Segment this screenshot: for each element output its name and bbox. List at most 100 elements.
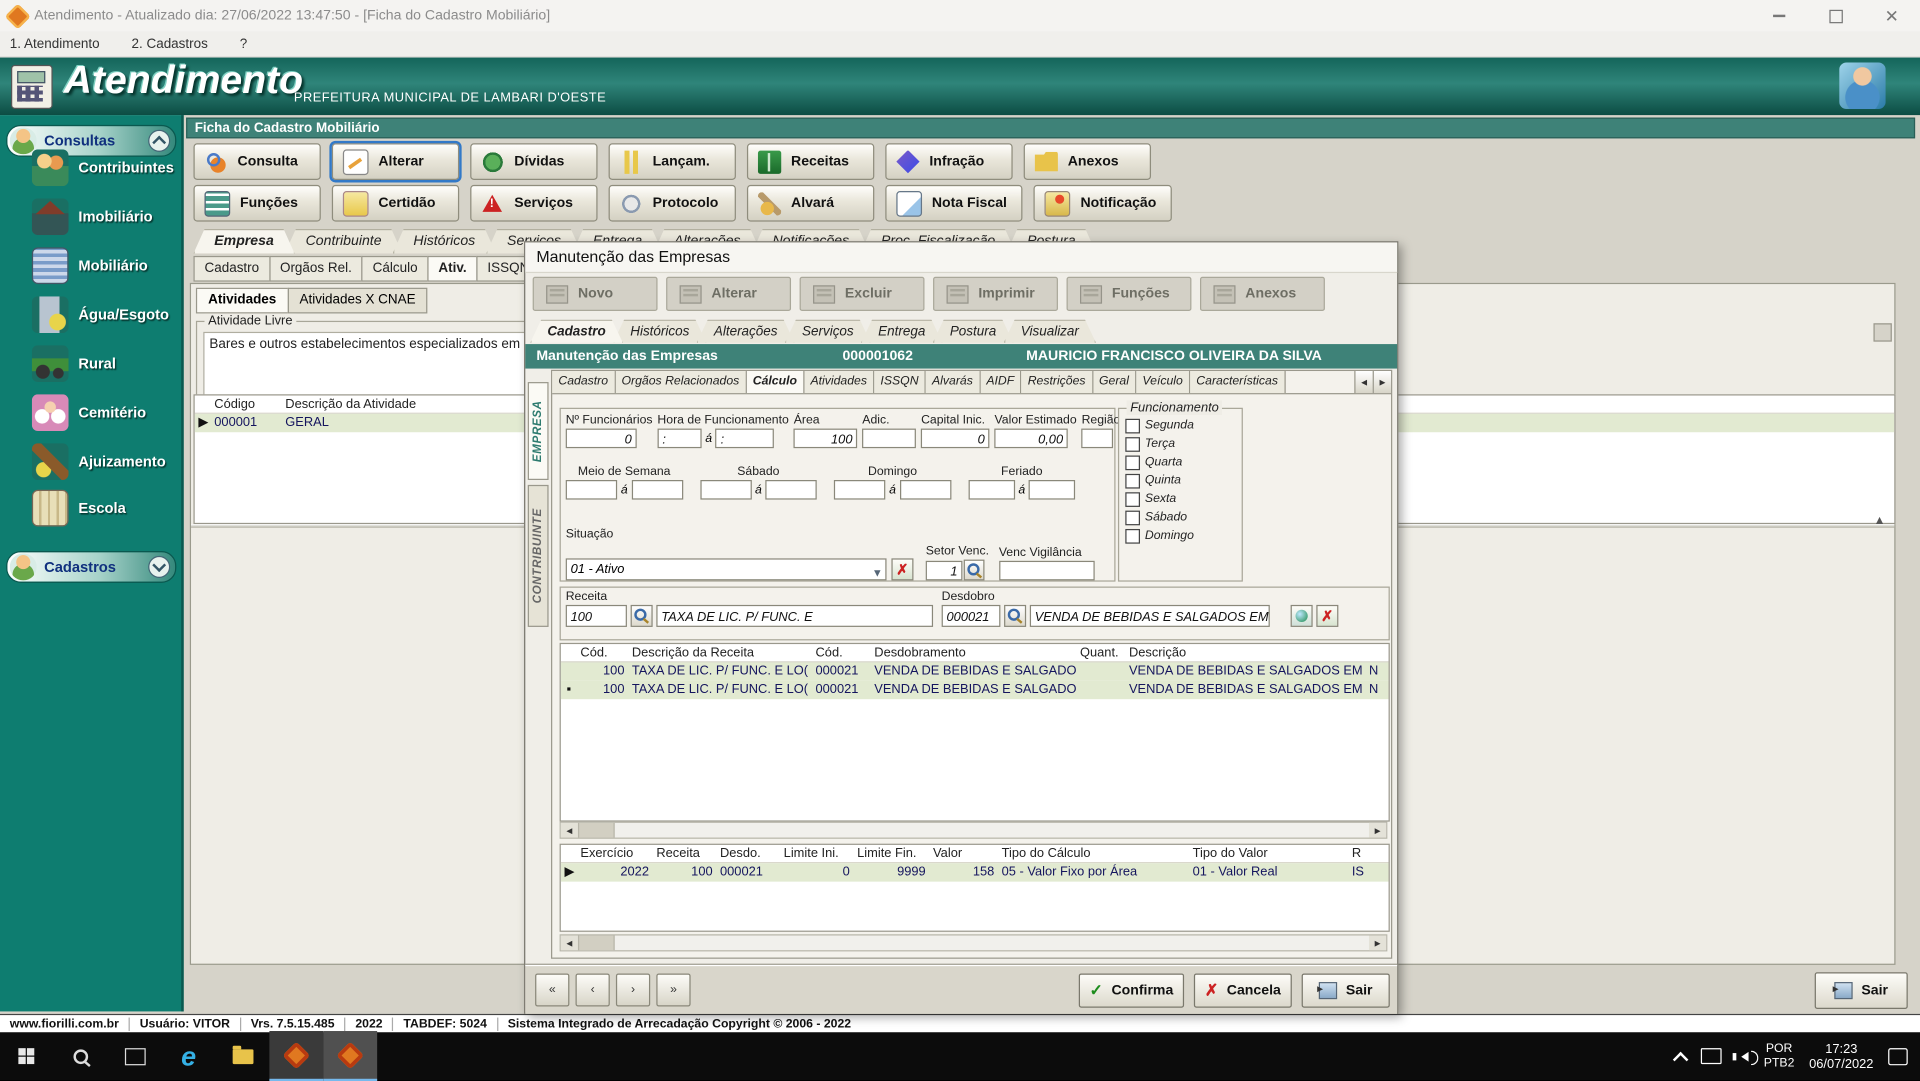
toolbar-funcoes-button[interactable]: Funções	[193, 185, 320, 222]
tab-atividades[interactable]: Atividades	[196, 288, 289, 314]
desdobro-code-input[interactable]: 000021	[942, 605, 1001, 627]
task-view-button[interactable]	[108, 1032, 162, 1080]
action-center-icon[interactable]	[1888, 1048, 1908, 1065]
menu-atendimento[interactable]: 1. Atendimento	[10, 37, 100, 52]
record-first-button[interactable]: «	[535, 973, 569, 1006]
tray-expand-icon[interactable]	[1673, 1052, 1689, 1068]
sidebar-item-agua-esgoto[interactable]: Água/Esgoto	[32, 296, 169, 333]
inner-tab-restricoes[interactable]: Restrições	[1022, 371, 1093, 393]
toolbar-dividas-button[interactable]: Dívidas	[470, 143, 597, 180]
display-icon[interactable]	[1701, 1048, 1722, 1064]
receita-search-button[interactable]	[631, 605, 653, 627]
venc-vigilancia-input[interactable]	[999, 561, 1095, 581]
record-prev-button[interactable]: ‹	[576, 973, 610, 1006]
calculo-hscrollbar[interactable]: ◄►	[560, 934, 1388, 951]
check-sabado[interactable]: Sábado	[1125, 508, 1194, 526]
toolbar-protocolo-button[interactable]: Protocolo	[609, 185, 736, 222]
scroll-left-icon[interactable]: ◄	[561, 936, 578, 951]
splitter-arrow-icon[interactable]: ▲	[1873, 514, 1885, 527]
dialog-tab-cadastro[interactable]: Cadastro	[530, 320, 623, 343]
meio-semana-fim-input[interactable]	[631, 480, 682, 500]
side-tab-empresa[interactable]: EMPRESA	[528, 382, 549, 480]
toolbar-servicos-button[interactable]: Serviços	[470, 185, 597, 222]
sidebar-item-contribuintes[interactable]: Contribuintes	[32, 149, 174, 186]
inner-tab-issqn[interactable]: ISSQN	[874, 371, 926, 393]
subtab-orgaos-rel[interactable]: Orgãos Rel.	[269, 256, 363, 282]
feriado-fim-input[interactable]	[1029, 480, 1076, 500]
tab-scroll-left-button[interactable]: ◄	[1354, 371, 1372, 393]
check-quarta[interactable]: Quarta	[1125, 453, 1194, 471]
scroll-left-icon[interactable]: ◄	[561, 823, 578, 838]
dialog-novo-button[interactable]: Novo	[533, 277, 658, 311]
sabado-fim-input[interactable]	[765, 480, 816, 500]
remove-receita-button[interactable]	[1316, 605, 1338, 627]
inner-tab-alvaras[interactable]: Alvarás	[926, 371, 980, 393]
check-terca[interactable]: Terça	[1125, 435, 1194, 453]
regiao-input[interactable]	[1082, 429, 1114, 449]
check-segunda[interactable]: Segunda	[1125, 416, 1194, 434]
toolbar-alterar-button[interactable]: Alterar	[332, 143, 459, 180]
sidebar-item-mobiliario[interactable]: Mobiliário	[32, 247, 148, 284]
inner-tab-atividades[interactable]: Atividades	[804, 371, 874, 393]
dialog-sair-button[interactable]: Sair	[1302, 973, 1390, 1007]
toolbar-notificacao-button[interactable]: Notificação	[1034, 185, 1172, 222]
menu-help[interactable]: ?	[240, 37, 248, 52]
toolbar-receitas-button[interactable]: Receitas	[747, 143, 874, 180]
tab-contribuinte[interactable]: Contribuinte	[285, 229, 403, 253]
scroll-thumb[interactable]	[578, 823, 615, 838]
toolbar-consulta-button[interactable]: Consulta	[193, 143, 320, 180]
area-input[interactable]: 100	[794, 429, 858, 449]
close-button[interactable]: ✕	[1864, 0, 1920, 32]
dialog-tab-entrega[interactable]: Entrega	[861, 320, 942, 343]
inner-tab-cadastro[interactable]: Cadastro	[552, 371, 615, 393]
setor-venc-input[interactable]: 1	[926, 561, 963, 581]
maximize-button[interactable]	[1807, 0, 1863, 32]
inner-tab-caracteristicas[interactable]: Características	[1190, 371, 1285, 393]
toolbar-anexos-button[interactable]: Anexos	[1024, 143, 1151, 180]
taskbar-app1-button[interactable]	[269, 1031, 323, 1081]
dialog-imprimir-button[interactable]: Imprimir	[933, 277, 1058, 311]
taskbar-explorer-button[interactable]	[216, 1032, 270, 1080]
inner-tab-aidf[interactable]: AIDF	[980, 371, 1021, 393]
inner-tab-orgaos-relacionados[interactable]: Orgãos Relacionados	[615, 371, 746, 393]
clear-situacao-button[interactable]	[891, 558, 913, 580]
capital-input[interactable]: 0	[921, 429, 990, 449]
meio-semana-inicio-input[interactable]	[566, 480, 617, 500]
record-next-button[interactable]: ›	[616, 973, 650, 1006]
inner-tab-geral[interactable]: Geral	[1093, 371, 1136, 393]
subtab-cadastro[interactable]: Cadastro	[193, 256, 270, 282]
receita-row[interactable]: 100 TAXA DE LIC. P/ FUNC. E LO( 000021 V…	[561, 662, 1389, 680]
cancela-button[interactable]: ✗Cancela	[1194, 973, 1292, 1007]
scroll-thumb[interactable]	[578, 936, 615, 951]
desdobro-search-button[interactable]	[1004, 605, 1026, 627]
expand-cadastros-button[interactable]	[148, 556, 170, 578]
receitas-table[interactable]: Cód. Descrição da Receita Cód. Desdobram…	[560, 643, 1390, 822]
receita-row[interactable]: ▪ 100 TAXA DE LIC. P/ FUNC. E LO( 000021…	[561, 681, 1389, 699]
dialog-alterar-button[interactable]: Alterar	[666, 277, 791, 311]
side-tab-contribuinte[interactable]: CONTRIBUINTE	[528, 485, 549, 627]
tab-historicos[interactable]: Históricos	[393, 229, 496, 253]
toolbar-nota-fiscal-button[interactable]: Nota Fiscal	[885, 185, 1023, 222]
menu-cadastros[interactable]: 2. Cadastros	[131, 37, 207, 52]
sidebar-item-rural[interactable]: Rural	[32, 345, 116, 382]
check-domingo[interactable]: Domingo	[1125, 527, 1194, 545]
dialog-tab-visualizar[interactable]: Visualizar	[1004, 320, 1096, 343]
dialog-anexos-button[interactable]: Anexos	[1200, 277, 1325, 311]
language-indicator[interactable]: POR PTB2	[1764, 1041, 1795, 1070]
subtab-calculo[interactable]: Cálculo	[362, 256, 429, 282]
start-button[interactable]	[0, 1032, 54, 1080]
valor-estimado-input[interactable]: 0,00	[995, 429, 1068, 449]
scroll-right-icon[interactable]: ►	[1369, 936, 1386, 951]
record-last-button[interactable]: »	[656, 973, 690, 1006]
scroll-right-icon[interactable]: ►	[1369, 823, 1386, 838]
taskbar-search-button[interactable]	[54, 1032, 108, 1080]
dialog-tab-servicos[interactable]: Serviços	[785, 320, 871, 343]
dialog-tab-alteracoes[interactable]: Alterações	[697, 320, 795, 343]
sidebar-section-cadastros[interactable]: Cadastros	[6, 551, 176, 583]
dialog-excluir-button[interactable]: Excluir	[800, 277, 925, 311]
toolbar-alvara-button[interactable]: Alvará	[747, 185, 874, 222]
check-sexta[interactable]: Sexta	[1125, 490, 1194, 508]
calculo-table[interactable]: Exercício Receita Desdo. Limite Ini. Lim…	[560, 844, 1390, 932]
main-sair-button[interactable]: Sair	[1815, 972, 1908, 1009]
hora-inicio-input[interactable]: :	[657, 429, 701, 449]
